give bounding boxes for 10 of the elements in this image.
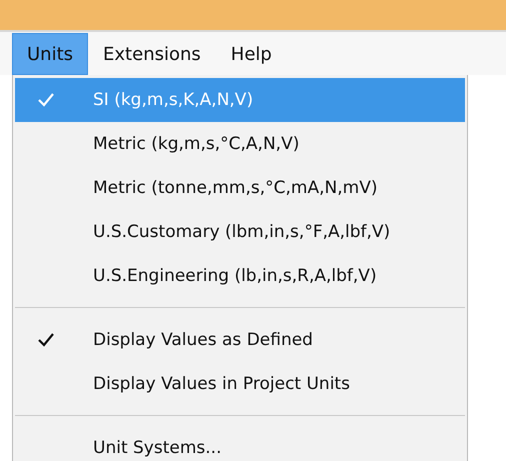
menu-item[interactable]: Unit Systems... xyxy=(15,426,465,461)
menu-item[interactable]: U.S.Engineering (lb,in,s,R,A,lbf,V) xyxy=(15,254,465,298)
menu-item[interactable]: Display Values as Defined xyxy=(15,318,465,362)
menu-title[interactable]: Extensions xyxy=(88,33,216,75)
menu-item[interactable]: U.S.Customary (lbm,in,s,°F,A,lbf,V) xyxy=(15,210,465,254)
menu-title[interactable]: Help xyxy=(216,33,287,75)
menu-item[interactable]: Metric (kg,m,s,°C,A,N,V) xyxy=(15,122,465,166)
menu-item[interactable]: Metric (tonne,mm,s,°C,mA,N,mV) xyxy=(15,166,465,210)
menu-title[interactable]: Units xyxy=(12,33,88,75)
menu-item[interactable]: Display Values in Project Units xyxy=(15,362,465,406)
